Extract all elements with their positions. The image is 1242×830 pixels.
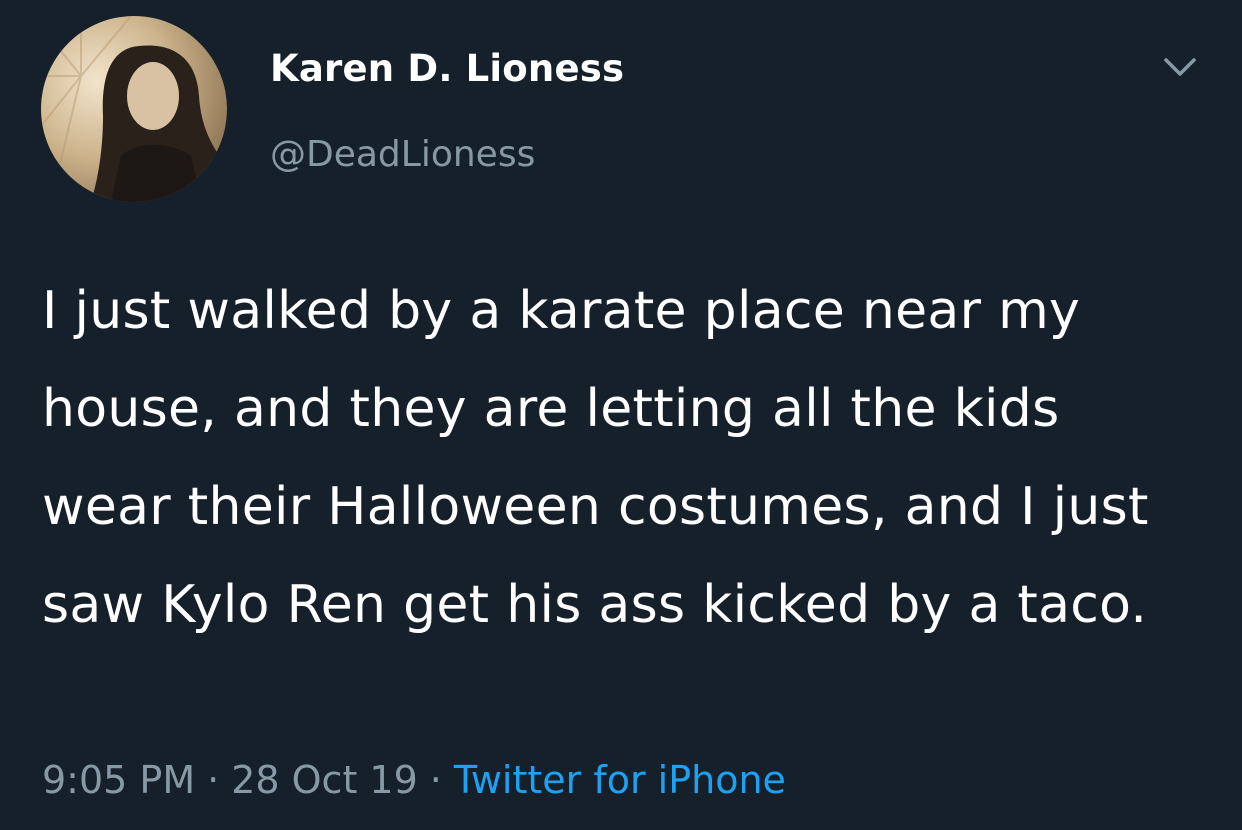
tweet-metadata: 9:05 PM · 28 Oct 19 · Twitter for iPhone (42, 758, 786, 802)
chevron-down-icon[interactable] (1160, 52, 1200, 82)
tweet-card: Karen D. Lioness @DeadLioness I just wal… (0, 0, 1242, 830)
author-avatar[interactable] (41, 16, 227, 202)
author-handle[interactable]: @DeadLioness (270, 134, 535, 175)
meta-separator: · (207, 758, 220, 802)
tweet-text: I just walked by a karate place near my … (42, 281, 1149, 635)
meta-separator: · (429, 758, 442, 802)
avatar-photo-icon (41, 16, 227, 202)
author-display-name[interactable]: Karen D. Lioness (270, 47, 624, 90)
tweet-time[interactable]: 9:05 PM (42, 758, 195, 802)
tweet-date[interactable]: 28 Oct 19 (231, 758, 418, 802)
tweet-source-link[interactable]: Twitter for iPhone (454, 758, 786, 802)
